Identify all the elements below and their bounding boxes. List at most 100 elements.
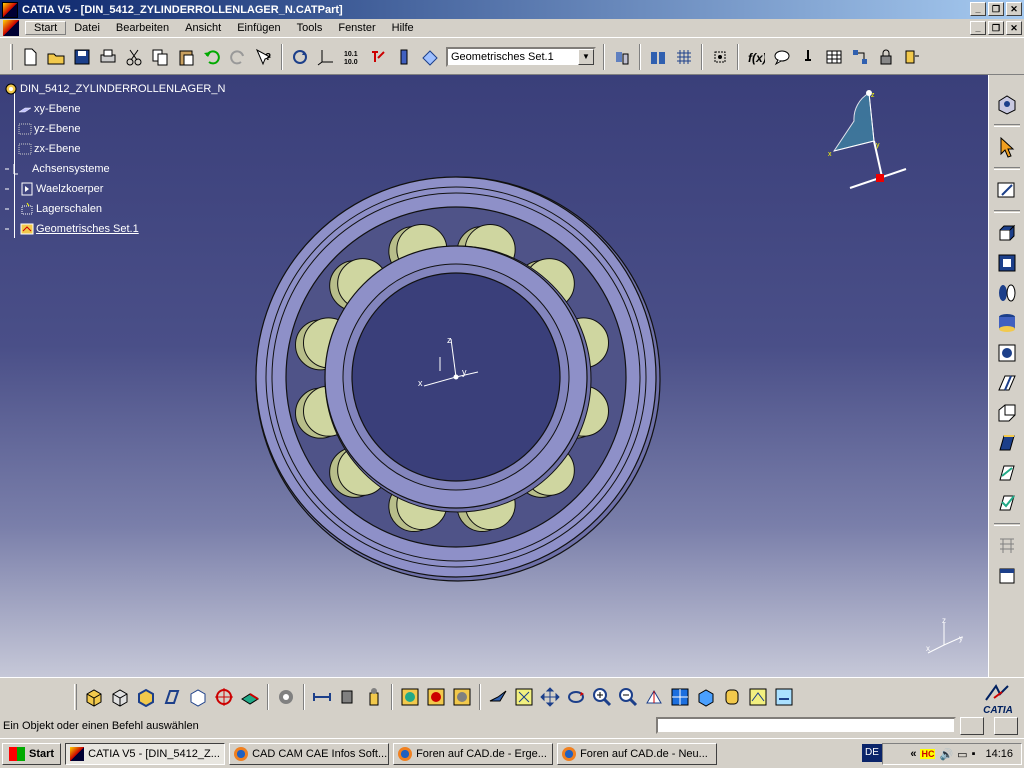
comment-icon[interactable] [770, 45, 794, 69]
measure-inertia-icon[interactable] [362, 685, 386, 709]
sketcher-icon[interactable] [994, 177, 1020, 203]
close-button[interactable]: ✕ [1006, 2, 1022, 16]
measure-between-icon[interactable] [310, 685, 334, 709]
axis-system-icon[interactable] [314, 45, 338, 69]
command-list-button[interactable] [960, 717, 984, 735]
snap-icon[interactable] [708, 45, 732, 69]
render-icon[interactable] [424, 685, 448, 709]
doc-close-button[interactable]: ✕ [1006, 21, 1022, 35]
monitor-icon[interactable]: ▭ [957, 748, 967, 761]
network-icon[interactable]: ▪ [972, 748, 976, 760]
pad-icon[interactable] [994, 220, 1020, 246]
multi-view-icon[interactable] [668, 685, 692, 709]
doc-minimize-button[interactable]: _ [970, 21, 986, 35]
hidden-edges-icon[interactable] [134, 685, 158, 709]
part-design-workbench-icon[interactable] [994, 91, 1020, 117]
table-icon[interactable] [822, 45, 846, 69]
lamp-icon[interactable] [796, 45, 820, 69]
rule-icon[interactable] [900, 45, 924, 69]
undo-icon[interactable] [200, 45, 224, 69]
view-mode-icon[interactable] [720, 685, 744, 709]
chevron-down-icon[interactable]: ▼ [578, 48, 594, 65]
whats-this-icon[interactable]: ? [252, 45, 276, 69]
catalog-browser-icon[interactable] [274, 685, 298, 709]
knowledge-icon[interactable] [848, 45, 872, 69]
menu-bearbeiten[interactable]: Bearbeiten [108, 22, 177, 34]
print-icon[interactable] [96, 45, 120, 69]
catia-app-icon[interactable] [2, 1, 18, 18]
swap-visible-icon[interactable] [772, 685, 796, 709]
task-catia[interactable]: CATIA V5 - [DIN_5412_Z... [65, 742, 226, 765]
hc-tray-icon[interactable]: HC [920, 749, 936, 759]
pan-icon[interactable] [538, 685, 562, 709]
stiffener-icon[interactable] [994, 430, 1020, 456]
task-firefox-2[interactable]: Foren auf CAD.de - Erge... [393, 742, 554, 765]
lock-icon[interactable] [874, 45, 898, 69]
minimize-button[interactable]: _ [970, 2, 986, 16]
rib-icon[interactable] [994, 370, 1020, 396]
shading-edges-icon[interactable] [108, 685, 132, 709]
menu-tools[interactable]: Tools [289, 22, 331, 34]
copy-icon[interactable] [148, 45, 172, 69]
menu-einfuegen[interactable]: Einfügen [229, 22, 288, 34]
select-icon[interactable] [994, 134, 1020, 160]
menu-ansicht[interactable]: Ansicht [177, 22, 229, 34]
measure-item-icon[interactable] [336, 685, 360, 709]
command-clear-button[interactable] [994, 717, 1018, 735]
compass-icon[interactable]: z x y [824, 81, 914, 191]
geometric-set-select[interactable]: Geometrisches Set.1 ▼ [446, 46, 596, 67]
remove-loft-icon[interactable] [994, 490, 1020, 516]
toolbar-grip[interactable] [10, 43, 13, 70]
wireframe-icon[interactable] [160, 685, 184, 709]
rotate-icon[interactable] [564, 685, 588, 709]
new-icon[interactable] [18, 45, 42, 69]
material-icon[interactable] [238, 685, 262, 709]
thickness-icon[interactable] [994, 563, 1020, 589]
zoom-out-icon[interactable] [616, 685, 640, 709]
groove-icon[interactable] [994, 310, 1020, 336]
pocket-icon[interactable] [994, 250, 1020, 276]
geometric-set-icon[interactable] [418, 45, 442, 69]
menu-fenster[interactable]: Fenster [330, 22, 383, 34]
shading-icon[interactable] [82, 685, 106, 709]
normal-view-icon[interactable] [642, 685, 666, 709]
shaft-icon[interactable] [994, 280, 1020, 306]
doc-restore-button[interactable]: ❐ [988, 21, 1004, 35]
list-icon[interactable] [392, 45, 416, 69]
loft-icon[interactable] [994, 460, 1020, 486]
open-icon[interactable] [44, 45, 68, 69]
tools-icon[interactable] [610, 45, 634, 69]
formula-icon[interactable]: f(x) [744, 45, 768, 69]
target-icon[interactable] [212, 685, 236, 709]
language-indicator[interactable]: DE [862, 744, 882, 762]
toolbar-grip[interactable] [74, 683, 77, 710]
paste-icon[interactable] [174, 45, 198, 69]
task-firefox-3[interactable]: Foren auf CAD.de - Neu... [557, 742, 718, 765]
document-icon[interactable] [3, 20, 19, 36]
command-input[interactable] [656, 717, 956, 734]
scene-icon[interactable] [450, 685, 474, 709]
tray-expand-icon[interactable]: « [910, 748, 916, 760]
measure-icon[interactable]: 10.1 10.0 [340, 45, 364, 69]
menu-datei[interactable]: Datei [66, 22, 108, 34]
update-icon[interactable] [288, 45, 312, 69]
multi-section-icon[interactable] [994, 533, 1020, 559]
slot-icon[interactable] [994, 400, 1020, 426]
save-icon[interactable] [70, 45, 94, 69]
menu-hilfe[interactable]: Hilfe [384, 22, 422, 34]
cut-icon[interactable] [122, 45, 146, 69]
restore-button[interactable]: ❐ [988, 2, 1004, 16]
fly-mode-icon[interactable] [486, 685, 510, 709]
volume-icon[interactable]: 🔊 [939, 748, 953, 761]
redo-icon[interactable] [226, 45, 250, 69]
iso-view-icon[interactable] [694, 685, 718, 709]
hide-icon[interactable] [746, 685, 770, 709]
start-button[interactable]: Start [2, 742, 62, 765]
zoom-in-icon[interactable] [590, 685, 614, 709]
apply-material-icon[interactable] [398, 685, 422, 709]
grid-icon[interactable] [672, 45, 696, 69]
hole-icon[interactable] [994, 340, 1020, 366]
task-firefox-1[interactable]: CAD CAM CAE Infos Soft... [229, 742, 390, 765]
menu-start[interactable]: Start [25, 21, 67, 35]
catalog-icon[interactable] [646, 45, 670, 69]
